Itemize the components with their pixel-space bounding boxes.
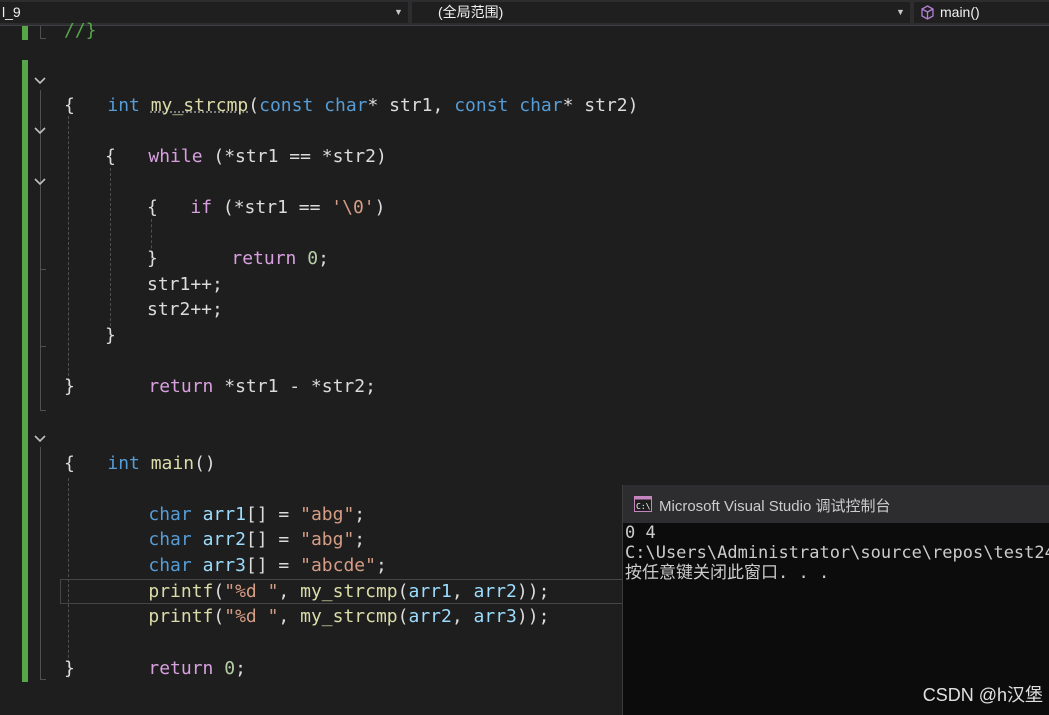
code-line-return-main: return 0; (105, 631, 246, 656)
function-dropdown-label: main() (940, 2, 980, 23)
outline-guide (40, 679, 46, 680)
console-output-line: 按任意键关闭此窗口. . . (625, 563, 829, 583)
code-line-return-zero: return 0; (188, 221, 329, 246)
code-line-brace: } (64, 374, 75, 399)
chevron-down-icon: ▼ (394, 2, 403, 23)
scope-dropdown[interactable]: (全局范围) ▼ (412, 2, 910, 23)
console-title-bar[interactable]: C:\ Microsoft Visual Studio 调试控制台 (623, 485, 1049, 523)
console-title: Microsoft Visual Studio 调试控制台 (659, 495, 890, 516)
outline-guide (40, 269, 46, 270)
code-line-comment: //} (64, 18, 97, 43)
console-output-line: C:\Users\Administrator\source\repos\test… (625, 543, 1049, 563)
code-line-brace: { (64, 451, 75, 476)
code-line-return-diff: return *str1 - *str2; (105, 349, 376, 374)
code-line-printf-1: printf("%d ", my_strcmp(arr1, arr2)); (105, 554, 549, 579)
code-line-if: if (*str1 == '\0') (147, 170, 385, 195)
console-app-icon: C:\ (634, 496, 652, 512)
change-indicator-bar (22, 60, 28, 682)
code-line-decl-arr3: char arr3[] = "abcde"; (105, 528, 387, 553)
watermark: CSDN @h汉堡 (923, 681, 1043, 707)
collapse-chevron-icon[interactable] (32, 123, 48, 139)
method-cube-icon (920, 5, 935, 20)
indent-guide (68, 478, 69, 678)
collapse-chevron-icon[interactable] (32, 174, 48, 190)
code-line-main-signature: int main() (64, 426, 216, 451)
collapse-chevron-icon[interactable] (32, 431, 48, 447)
outline-guide (40, 26, 41, 38)
editor-navigation-bar: l_9 ▼ (全局范围) ▼ main() (0, 0, 1049, 26)
code-line-increment: str1++; (147, 272, 223, 297)
code-line-decl-arr1: char arr1[] = "abg"; (105, 477, 365, 502)
scope-dropdown-label: (全局范围) (438, 2, 503, 23)
change-indicator-bar (22, 26, 28, 40)
code-line-increment: str2++; (147, 297, 223, 322)
code-line-brace: { (64, 93, 75, 118)
code-line-printf-2: printf("%d ", my_strcmp(arr2, arr3)); (105, 579, 549, 604)
function-dropdown[interactable]: main() (914, 2, 1049, 23)
project-dropdown[interactable]: l_9 ▼ (0, 2, 408, 23)
console-output-line: 0 4 (625, 523, 656, 543)
indent-guide (68, 116, 69, 386)
collapse-chevron-icon[interactable] (32, 73, 48, 89)
project-dropdown-label: l_9 (2, 2, 21, 23)
code-line-brace: } (105, 323, 116, 348)
svg-text:C:\: C:\ (636, 502, 651, 511)
outline-guide (40, 410, 46, 411)
code-line-brace: { (105, 144, 116, 169)
code-line-brace: } (64, 656, 75, 681)
code-line-strcmp-signature: int my_strcmp(const char* str1, const ch… (64, 68, 638, 93)
outline-guide (40, 447, 41, 679)
code-line-brace: { (147, 195, 158, 220)
code-line-brace: } (147, 246, 158, 271)
code-line-while: while (*str1 == *str2) (105, 119, 387, 144)
chevron-down-icon: ▼ (896, 2, 905, 23)
outline-guide (40, 346, 46, 347)
outline-guide (40, 38, 46, 39)
code-line-decl-arr2: char arr2[] = "abg"; (105, 502, 365, 527)
